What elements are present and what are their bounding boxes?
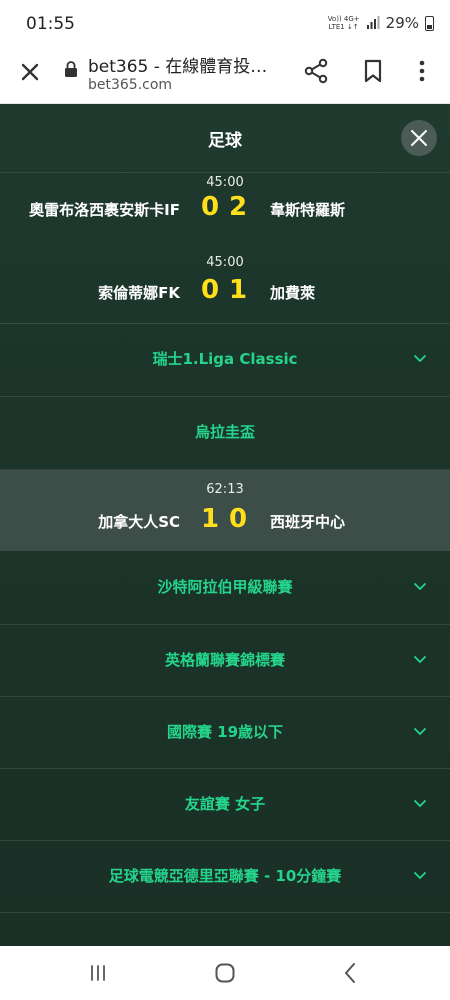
lock-icon [65, 61, 77, 77]
away-score: 0 [228, 504, 248, 534]
share-icon[interactable] [303, 58, 329, 84]
home-score: 0 [200, 192, 220, 222]
status-indicators: Vo)) 4G+ LTE1 ↓↑ 29% [328, 14, 434, 32]
match-time: 62:13 [206, 482, 244, 497]
chevron-down-icon [414, 355, 426, 362]
chevron-down-icon [414, 583, 426, 590]
match-row[interactable]: 45:00 索倫蒂娜FK 0 1 加費萊 [0, 254, 450, 324]
battery-percent: 29% [385, 14, 419, 32]
league-row[interactable]: 國際賽 19歲以下 [0, 697, 450, 769]
league-label: 烏拉圭盃 [194, 423, 255, 441]
signal-icon [366, 16, 380, 29]
league-row[interactable]: 烏拉圭盃 [0, 397, 450, 469]
league-row[interactable]: 英格蘭聯賽錦標賽 [0, 625, 450, 697]
page-url[interactable]: bet365.com [88, 77, 172, 93]
chevron-down-icon [414, 728, 426, 735]
chevron-down-icon [414, 656, 426, 663]
close-icon[interactable] [18, 60, 42, 84]
home-team: 加拿大人SC [98, 513, 180, 531]
battery-icon [425, 15, 434, 31]
away-score: 1 [228, 275, 248, 305]
match-time: 45:00 [206, 175, 244, 190]
home-team: 奧雷布洛西裹安斯卡IF [29, 201, 180, 219]
chevron-down-icon [414, 872, 426, 879]
league-label: 英格蘭聯賽錦標賽 [164, 651, 285, 669]
status-bar: 01:55 Vo)) 4G+ LTE1 ↓↑ 29% [0, 0, 450, 48]
more-icon[interactable] [414, 58, 430, 84]
home-icon[interactable] [214, 962, 236, 984]
chevron-down-icon [414, 800, 426, 807]
league-label: 友誼賽 女子 [184, 795, 266, 813]
page-title[interactable]: bet365 - 在線體育投… [88, 52, 284, 77]
browser-toolbar: bet365 - 在線體育投… bet365.com [0, 48, 450, 104]
recent-apps-icon[interactable] [88, 963, 108, 983]
away-team: 韋斯特羅斯 [270, 201, 346, 219]
home-score: 1 [200, 504, 220, 534]
league-row[interactable]: 足球電競亞德里亞聯賽 - 10分鐘賽 [0, 841, 450, 913]
away-team: 加費萊 [270, 284, 316, 302]
match-time: 45:00 [206, 255, 244, 270]
away-score: 2 [228, 192, 248, 222]
panel-close-button[interactable] [401, 120, 437, 156]
close-icon [411, 130, 427, 146]
bookmark-icon[interactable] [362, 58, 384, 84]
home-team: 索倫蒂娜FK [98, 284, 180, 302]
panel-header: 足球 [0, 104, 450, 172]
home-score: 0 [200, 275, 220, 305]
league-label: 足球電競亞德里亞聯賽 - 10分鐘賽 [108, 867, 342, 885]
match-row[interactable]: 45:00 奧雷布洛西裹安斯卡IF 0 2 韋斯特羅斯 [0, 172, 450, 254]
match-row[interactable]: 62:13 加拿大人SC 1 0 西班牙中心 [0, 470, 450, 551]
away-team: 西班牙中心 [270, 513, 346, 531]
network-indicator: Vo)) 4G+ LTE1 ↓↑ [327, 15, 360, 31]
panel-title: 足球 [208, 131, 242, 151]
status-time: 01:55 [26, 14, 75, 34]
divider [0, 912, 450, 913]
league-row[interactable]: 沙特阿拉伯甲級聯賽 [0, 552, 450, 624]
league-label: 沙特阿拉伯甲級聯賽 [157, 578, 293, 596]
league-row[interactable]: 瑞士1.Liga Classic [0, 324, 450, 396]
back-icon[interactable] [343, 962, 357, 984]
league-label: 國際賽 19歲以下 [166, 723, 284, 741]
league-row[interactable]: 友誼賽 女子 [0, 769, 450, 841]
league-label: 瑞士1.Liga Classic [152, 350, 298, 368]
sports-panel: 足球 45:00 奧雷布洛西裹安斯卡IF 0 2 韋斯特羅斯 45:00 索倫蒂… [0, 104, 450, 946]
system-nav-bar [0, 946, 450, 1000]
